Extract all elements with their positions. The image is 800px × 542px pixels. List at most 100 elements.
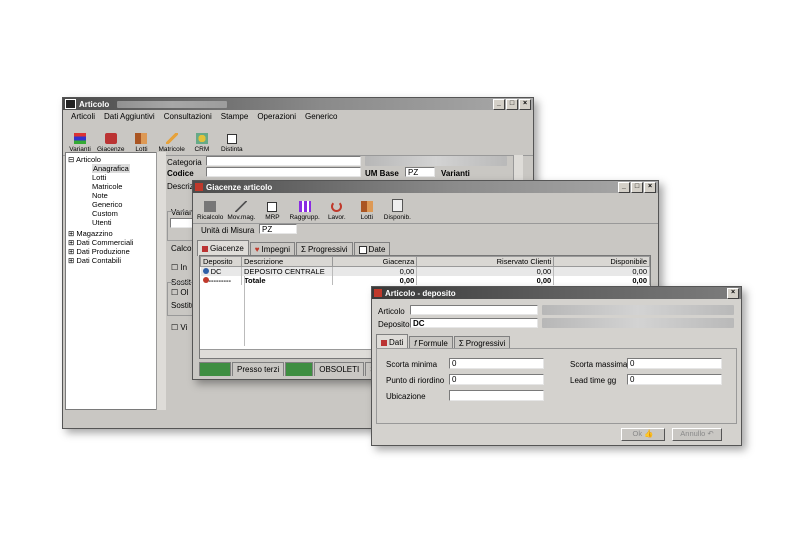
tab-giacenze[interactable]: Giacenze: [197, 240, 249, 256]
tool-varianti[interactable]: Varianti: [67, 133, 93, 153]
tab-obsoleti[interactable]: OBSOLETI: [314, 362, 365, 376]
tool-mrp[interactable]: MRP: [259, 202, 285, 221]
varianti-group-field[interactable]: [170, 218, 194, 228]
tree-item-note[interactable]: Note: [92, 191, 108, 200]
tree-item-lotti[interactable]: Lotti: [92, 173, 106, 182]
col-disponibile[interactable]: Disponibile: [553, 256, 650, 267]
col-riservato[interactable]: Riservato Clienti: [416, 256, 555, 267]
ubicazione-field[interactable]: [449, 390, 544, 401]
giacenze-maximize-button[interactable]: □: [631, 182, 643, 193]
tree-scrollbar[interactable]: [156, 152, 166, 410]
categoria-field[interactable]: [206, 156, 361, 166]
close-button[interactable]: ×: [519, 99, 531, 110]
deposito-close-button[interactable]: ×: [727, 288, 739, 299]
tab-impegni[interactable]: ♥ Impegni: [249, 242, 296, 256]
tab-blurred-2[interactable]: [285, 362, 314, 376]
codice-field[interactable]: [206, 167, 361, 177]
menu-articoli[interactable]: Articoli: [71, 112, 95, 121]
window-title: Articolo: [79, 99, 110, 109]
giacenze-title-icon: [195, 183, 203, 191]
group-icon: [298, 201, 311, 212]
deposito-title-icon: [374, 289, 382, 297]
col-descrizione[interactable]: Descrizione: [241, 256, 333, 267]
tree-item-utenti[interactable]: Utenti: [92, 218, 112, 227]
tree-item-matricole[interactable]: Matricole: [92, 182, 122, 191]
deposito-titlebar[interactable]: Articolo - deposito ×: [372, 287, 741, 299]
tool-mov-mag[interactable]: Mov.mag.: [227, 201, 255, 221]
menu-dati-aggiuntivi[interactable]: Dati Aggiuntivi: [104, 112, 155, 121]
tree-item-generico[interactable]: Generico: [92, 200, 122, 209]
col-deposito[interactable]: Deposito: [200, 256, 242, 267]
giacenze-toolbar: Ricalcolo Mov.mag. MRP Raggrupp. Lavor. …: [193, 193, 658, 224]
boxes-icon: [202, 245, 208, 252]
um-field[interactable]: PZ: [259, 224, 297, 234]
tab-date[interactable]: Date: [353, 242, 391, 256]
tool-giacenze[interactable]: Giacenze: [97, 133, 124, 153]
menu-stampe[interactable]: Stampe: [221, 112, 249, 121]
tool-lavor[interactable]: Lavor.: [324, 201, 350, 221]
deposito-dialog: Articolo - deposito × Articolo Deposito …: [371, 286, 742, 446]
um-base-label: UM Base: [365, 169, 399, 178]
scorta-massima-field[interactable]: 0: [627, 358, 722, 369]
checkbox-icon: [267, 202, 278, 212]
tool-matricole[interactable]: Matricole: [158, 133, 185, 153]
tree-item-dati-produzione[interactable]: ⊞ Dati Produzione: [68, 247, 130, 256]
articolo-field[interactable]: [410, 305, 538, 315]
maximize-button[interactable]: □: [506, 99, 518, 110]
table-row[interactable]: DC DEPOSITO CENTRALE 0,00 0,00 0,00: [200, 266, 650, 276]
annulla-button[interactable]: Annullo ↶: [672, 428, 722, 441]
scorta-minima-field[interactable]: 0: [449, 358, 544, 369]
um-base-field[interactable]: PZ: [405, 167, 435, 177]
ok-button[interactable]: Ok 👍: [621, 428, 665, 441]
scorta-minima-label: Scorta minima: [386, 360, 438, 369]
in-checkbox[interactable]: ☐ In: [171, 263, 187, 272]
calendar-icon: [358, 245, 367, 254]
boxes-icon: [104, 133, 117, 144]
ol-checkbox[interactable]: ☐ Ol: [171, 288, 188, 297]
tab-blurred-1[interactable]: [199, 362, 231, 376]
sigma-icon: Σ: [458, 339, 464, 348]
col-giacenza[interactable]: Giacenza: [331, 256, 418, 267]
document-icon: [391, 199, 403, 212]
lead-time-field[interactable]: 0: [627, 374, 722, 385]
scorta-massima-label: Scorta massima: [570, 360, 628, 369]
tree-item-dati-contabili[interactable]: ⊞ Dati Contabili: [68, 256, 121, 265]
tool-distinta[interactable]: Distinta: [219, 134, 245, 153]
tree-item-anagrafica[interactable]: Anagrafica: [92, 164, 130, 173]
tree-root[interactable]: ⊟ Articolo: [68, 155, 101, 164]
deposit-icon: [202, 268, 209, 274]
ubicazione-label: Ubicazione: [386, 392, 426, 401]
articolo-label: Articolo: [378, 307, 405, 316]
tree-item-custom[interactable]: Custom: [92, 209, 118, 218]
menu-consultazioni[interactable]: Consultazioni: [164, 112, 212, 121]
giacenze-titlebar[interactable]: Giacenze articolo _ □ ×: [193, 181, 658, 193]
table-row-total[interactable]: --------- Totale 0,00 0,00 0,00: [200, 276, 650, 285]
pen-icon: [235, 201, 248, 212]
calcol-label: Calcol: [171, 244, 194, 253]
tool-disponib[interactable]: Disponib.: [384, 199, 411, 221]
articolo-titlebar[interactable]: Articolo _ □ ×: [63, 98, 533, 110]
tool-lotti[interactable]: Lotti: [128, 133, 154, 153]
tab-progressivi[interactable]: Σ Progressivi: [296, 242, 353, 256]
tree-item-dati-commerciali[interactable]: ⊞ Dati Commerciali: [68, 238, 133, 247]
tool-raggrupp[interactable]: Raggrupp.: [289, 201, 320, 221]
tree-item-magazzino[interactable]: ⊞ Magazzino: [68, 229, 113, 238]
thumbs-up-icon: 👍: [644, 429, 654, 438]
deposito-field[interactable]: DC: [410, 318, 538, 328]
menu-generico[interactable]: Generico: [305, 112, 337, 121]
punto-riordino-field[interactable]: 0: [449, 374, 544, 385]
vi-checkbox[interactable]: ☐ Vi: [171, 323, 187, 332]
stack-icon: [74, 133, 86, 144]
giacenze-minimize-button[interactable]: _: [618, 182, 630, 193]
deposito-label: Deposito: [378, 320, 410, 329]
sigma-icon: Σ: [301, 245, 306, 254]
tool-crm[interactable]: CRM: [189, 133, 215, 153]
title-blurred: [117, 100, 228, 108]
minimize-button[interactable]: _: [493, 99, 505, 110]
menu-operazioni[interactable]: Operazioni: [257, 112, 296, 121]
tool-lotti[interactable]: Lotti: [354, 201, 380, 221]
giacenze-bottom-tabs: Presso terzi OBSOLETI SCAF: [199, 362, 398, 376]
tab-presso-terzi[interactable]: Presso terzi: [232, 362, 285, 376]
tool-ricalcolo[interactable]: Ricalcolo: [197, 201, 223, 221]
giacenze-close-button[interactable]: ×: [644, 182, 656, 193]
